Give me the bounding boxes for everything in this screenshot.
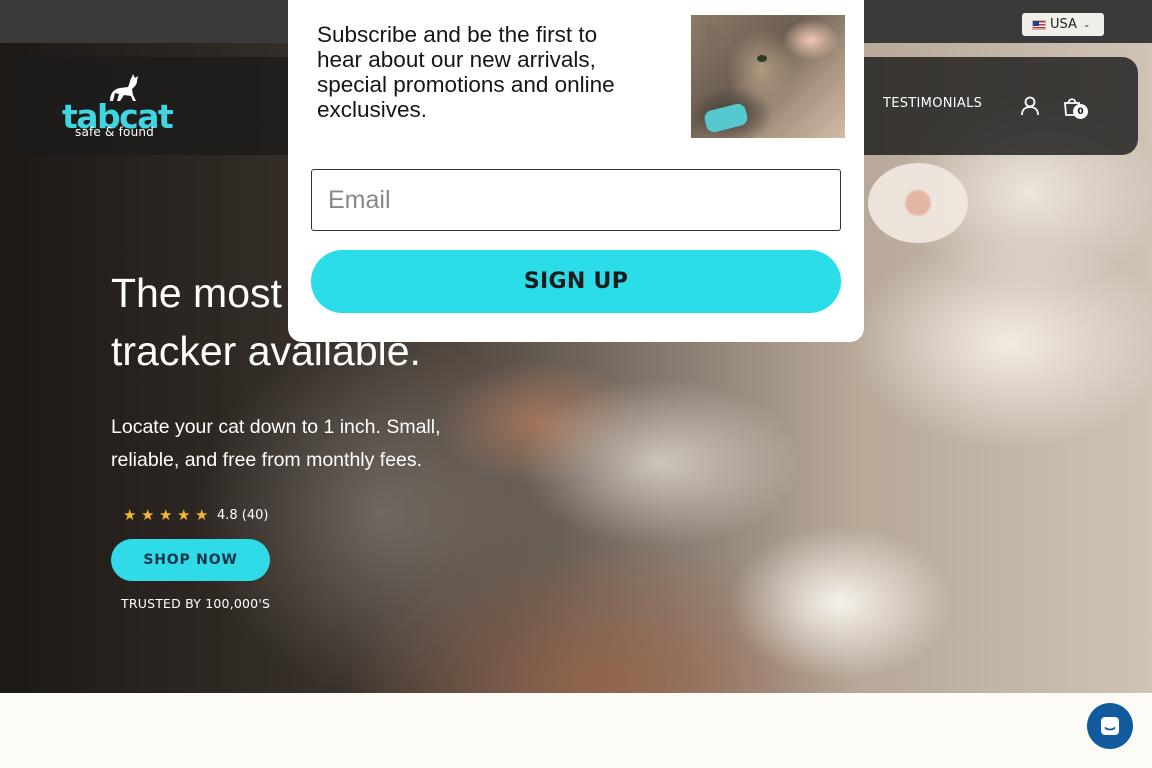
user-icon[interactable]	[1019, 95, 1041, 117]
star-icon: ★	[141, 506, 155, 524]
nav-link-testimonials[interactable]: TESTIMONIALS	[883, 96, 982, 111]
cart-count-badge: 0	[1073, 104, 1088, 119]
popup-message: Subscribe and be the first to hear about…	[317, 22, 662, 122]
popup-message-line-2: hear about our new arrivals,	[317, 47, 596, 72]
email-field[interactable]: Email	[311, 169, 841, 231]
chat-icon	[1101, 717, 1119, 735]
hero-subtitle: Locate your cat down to 1 inch. Small, r…	[111, 411, 471, 477]
country-label: USA	[1050, 17, 1077, 32]
cat-eye-shape	[757, 55, 767, 62]
star-icon: ★	[123, 506, 137, 524]
tabcat-logo[interactable]: tabcat safe & found	[62, 73, 174, 139]
star-icon: ★	[159, 506, 173, 524]
chevron-down-icon: ⌄	[1082, 19, 1091, 30]
product-rating[interactable]: ★ ★ ★ ★ ★ 4.8 (40)	[123, 506, 269, 524]
tracker-collar-shape	[702, 102, 750, 134]
popup-message-line-4: exclusives.	[317, 97, 428, 122]
popup-cat-image	[691, 15, 845, 138]
star-icon: ★	[195, 506, 209, 524]
hero-subtitle-line-1: Locate your cat down to 1 inch. Small,	[111, 416, 441, 438]
chat-launcher-button[interactable]	[1087, 703, 1133, 749]
rating-text: 4.8 (40)	[217, 507, 269, 523]
us-flag-icon	[1032, 19, 1046, 30]
hero-subtitle-line-2: reliable, and free from monthly fees.	[111, 449, 423, 471]
shop-now-button[interactable]: SHOP NOW	[111, 539, 270, 581]
cat-ear-shape	[693, 16, 733, 56]
hero-background-image	[868, 163, 968, 243]
sign-up-button[interactable]: SIGN UP	[311, 250, 841, 313]
trusted-by-text: TRUSTED BY 100,000'S	[121, 596, 271, 611]
popup-message-line-1: Subscribe and be the first to	[317, 22, 598, 47]
star-icon: ★	[177, 506, 191, 524]
popup-message-line-3: special promotions and online	[317, 72, 615, 97]
country-selector[interactable]: USA ⌄	[1022, 13, 1104, 36]
newsletter-popup: Subscribe and be the first to hear about…	[288, 0, 864, 342]
logo-tagline: safe & found	[75, 125, 154, 139]
